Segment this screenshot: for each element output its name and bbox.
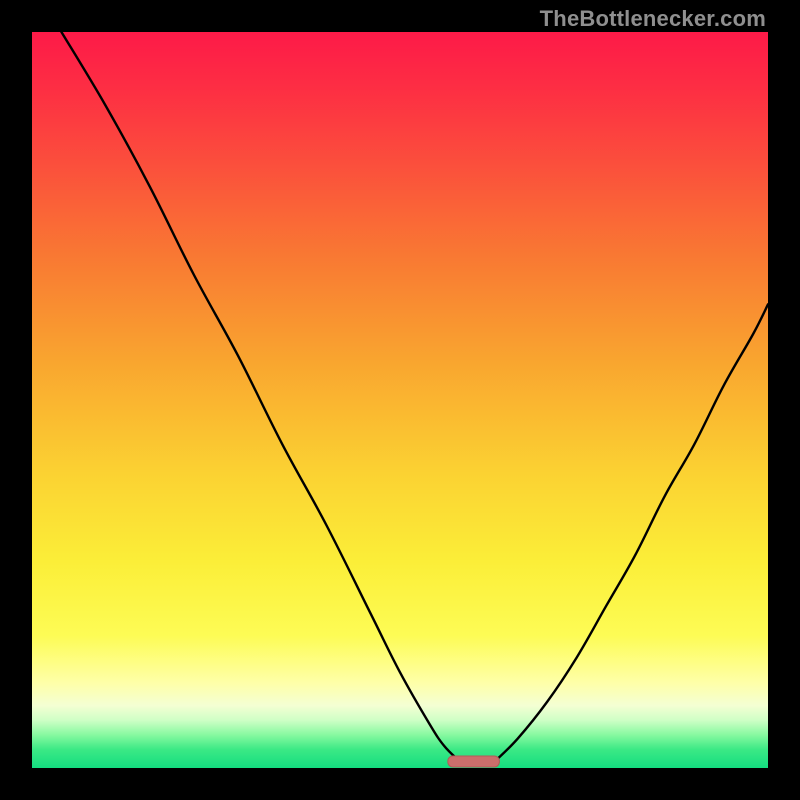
plot-svg: [32, 32, 768, 768]
attribution-label: TheBottlenecker.com: [540, 6, 766, 32]
optimum-marker: [448, 756, 500, 767]
chart-frame: TheBottlenecker.com: [0, 0, 800, 800]
plot-area: [32, 32, 768, 768]
gradient-background: [32, 32, 768, 768]
